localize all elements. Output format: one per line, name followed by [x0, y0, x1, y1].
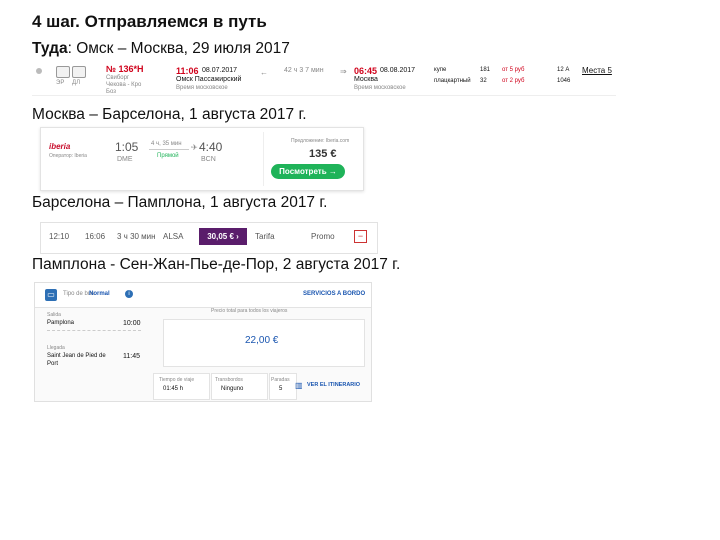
map-icon: ▥ [295, 381, 303, 390]
airline-logo: iberia [49, 142, 71, 151]
price-note: Precio total para todos los viajeros [211, 308, 288, 314]
extra-2: 1046 [557, 78, 571, 84]
train-icon-label-1: ЭР [56, 80, 65, 86]
arrival-date: 08.08.2017 [380, 67, 416, 74]
plane-icon: ✈ [191, 143, 198, 152]
bus-icon: ▭ [45, 289, 57, 301]
info-icon[interactable]: i [125, 290, 133, 298]
arrival-timezone: Время московское [354, 85, 406, 91]
bus-info: Promo [311, 232, 335, 241]
itinerary-link[interactable]: VER EL ITINERARIO [307, 382, 360, 388]
total-price: 22,00 € [245, 335, 279, 346]
travel-time-value: 01:45 h [163, 386, 184, 392]
flight-price: 135 € [309, 148, 337, 160]
flight-duration: 4 ч, 35 мин [151, 141, 182, 147]
slide-title: 4 шаг. Отправляемся в путь [32, 12, 267, 31]
departure-time: 11:06 [176, 66, 199, 76]
stops-value: 5 [279, 386, 283, 392]
wagon-icon [72, 66, 86, 78]
bus-fare: Tarifa [255, 232, 275, 241]
leg3-caption: Барселона – Памплона, 1 августа 2017 г. [32, 194, 328, 211]
flight-arrival-code: BCN [201, 156, 216, 163]
collapse-icon[interactable]: − [354, 230, 367, 243]
train-result-row: ЭР ДЛ № 136*Н Свиборг Чекова - Кро Боз 1… [32, 62, 616, 96]
arrival-place-line2: Port [47, 361, 59, 367]
airline-sub: Оператор: Iberia [49, 153, 87, 159]
train-sub-2: Чекова - Кро [106, 82, 142, 88]
arrival-time: 11:45 [123, 353, 140, 360]
bus-departure: 12:10 [49, 232, 70, 241]
arrival-label: Llegada [47, 345, 65, 351]
arrow-left-icon: ← [260, 68, 268, 77]
departure-place: Pamplona [47, 320, 75, 326]
departure-label: Salida [47, 312, 61, 318]
flight-result-card: iberia Оператор: Iberia 1:05 DME 4 ч, 35… [40, 127, 364, 191]
flight-departure-code: DME [117, 156, 133, 163]
price-1: от 5 руб [502, 67, 525, 73]
transfers-label: Transbordos [215, 377, 243, 383]
train-number[interactable]: № 136*Н [106, 64, 144, 74]
slide: { "slide": { "title": "4 шаг. Отправляем… [0, 0, 720, 540]
class-2: плацкартный [434, 78, 471, 84]
arrival-place-line1: Saint Jean de Pied de [47, 353, 106, 359]
leg1-caption: Туда: Омск – Москва, 29 июля 2017 [32, 40, 290, 58]
bus-price-button[interactable]: 30,05 € › [199, 228, 247, 245]
price-2: от 2 руб [502, 78, 525, 84]
departure-station: Омск Пассажирский [176, 76, 242, 83]
bus-duration: 3 ч 30 мин [117, 232, 156, 241]
leg2-caption: Москва – Барселона, 1 августа 2017 г. [32, 106, 307, 123]
bus-result-row: 12:10 16:06 3 ч 30 мин ALSA 30,05 € › Ta… [40, 222, 378, 254]
train-icon [56, 66, 70, 78]
services-link[interactable]: SERVICIOS A BORDO [303, 291, 365, 297]
transfers-value: Ninguno [221, 386, 244, 392]
flight-departure-time: 1:05 [115, 140, 139, 154]
arrival-station: Москва [354, 76, 378, 83]
route-divider [47, 330, 141, 332]
bus-carrier: ALSA [163, 232, 184, 241]
arrival-time: 06:45 [354, 66, 378, 76]
flight-arrival-time: 4:40 [199, 140, 223, 154]
trip-duration: 42 ч 3 7 мин [284, 67, 324, 74]
departure-date: 08.07.2017 [202, 67, 238, 74]
leg1-label: Туда [32, 40, 68, 57]
seats-2: 32 [480, 78, 487, 84]
train-sub-1: Свиборг [106, 75, 130, 81]
departure-timezone: Время московское [176, 85, 228, 91]
card-divider [263, 132, 264, 186]
bus-type-value: Normal [89, 291, 110, 297]
row-divider [32, 95, 616, 96]
leg4-caption: Памплона - Сен-Жан-Пье-де-Пор, 2 августа… [32, 256, 401, 273]
stops-label: Paradas [271, 377, 290, 383]
train-icon-label-2: ДЛ [72, 80, 81, 86]
view-offer-button[interactable]: Посмотреть → [271, 164, 345, 179]
bus-arrival: 16:06 [85, 232, 106, 241]
flight-stops: Прямой [157, 153, 179, 159]
flight-line [149, 149, 189, 150]
travel-time-label: Tiempo de viaje [159, 377, 195, 383]
arrow-right-icon: ⇒ [340, 67, 347, 76]
class-1: купе [434, 67, 447, 73]
departure-time: 10:00 [123, 320, 141, 327]
extra-1: 12 А [557, 67, 570, 73]
leg1-route: : Омск – Москва, 29 июля 2017 [67, 40, 290, 57]
seats-1: 181 [480, 67, 491, 73]
bus-details-card: ▭ Tipo de bus: Normal i SERVICIOS A BORD… [34, 282, 372, 402]
offer-label: Предложение: Iberia.com [291, 138, 350, 144]
seats-link[interactable]: Места 5 [582, 66, 612, 75]
radio-icon[interactable] [36, 68, 42, 74]
